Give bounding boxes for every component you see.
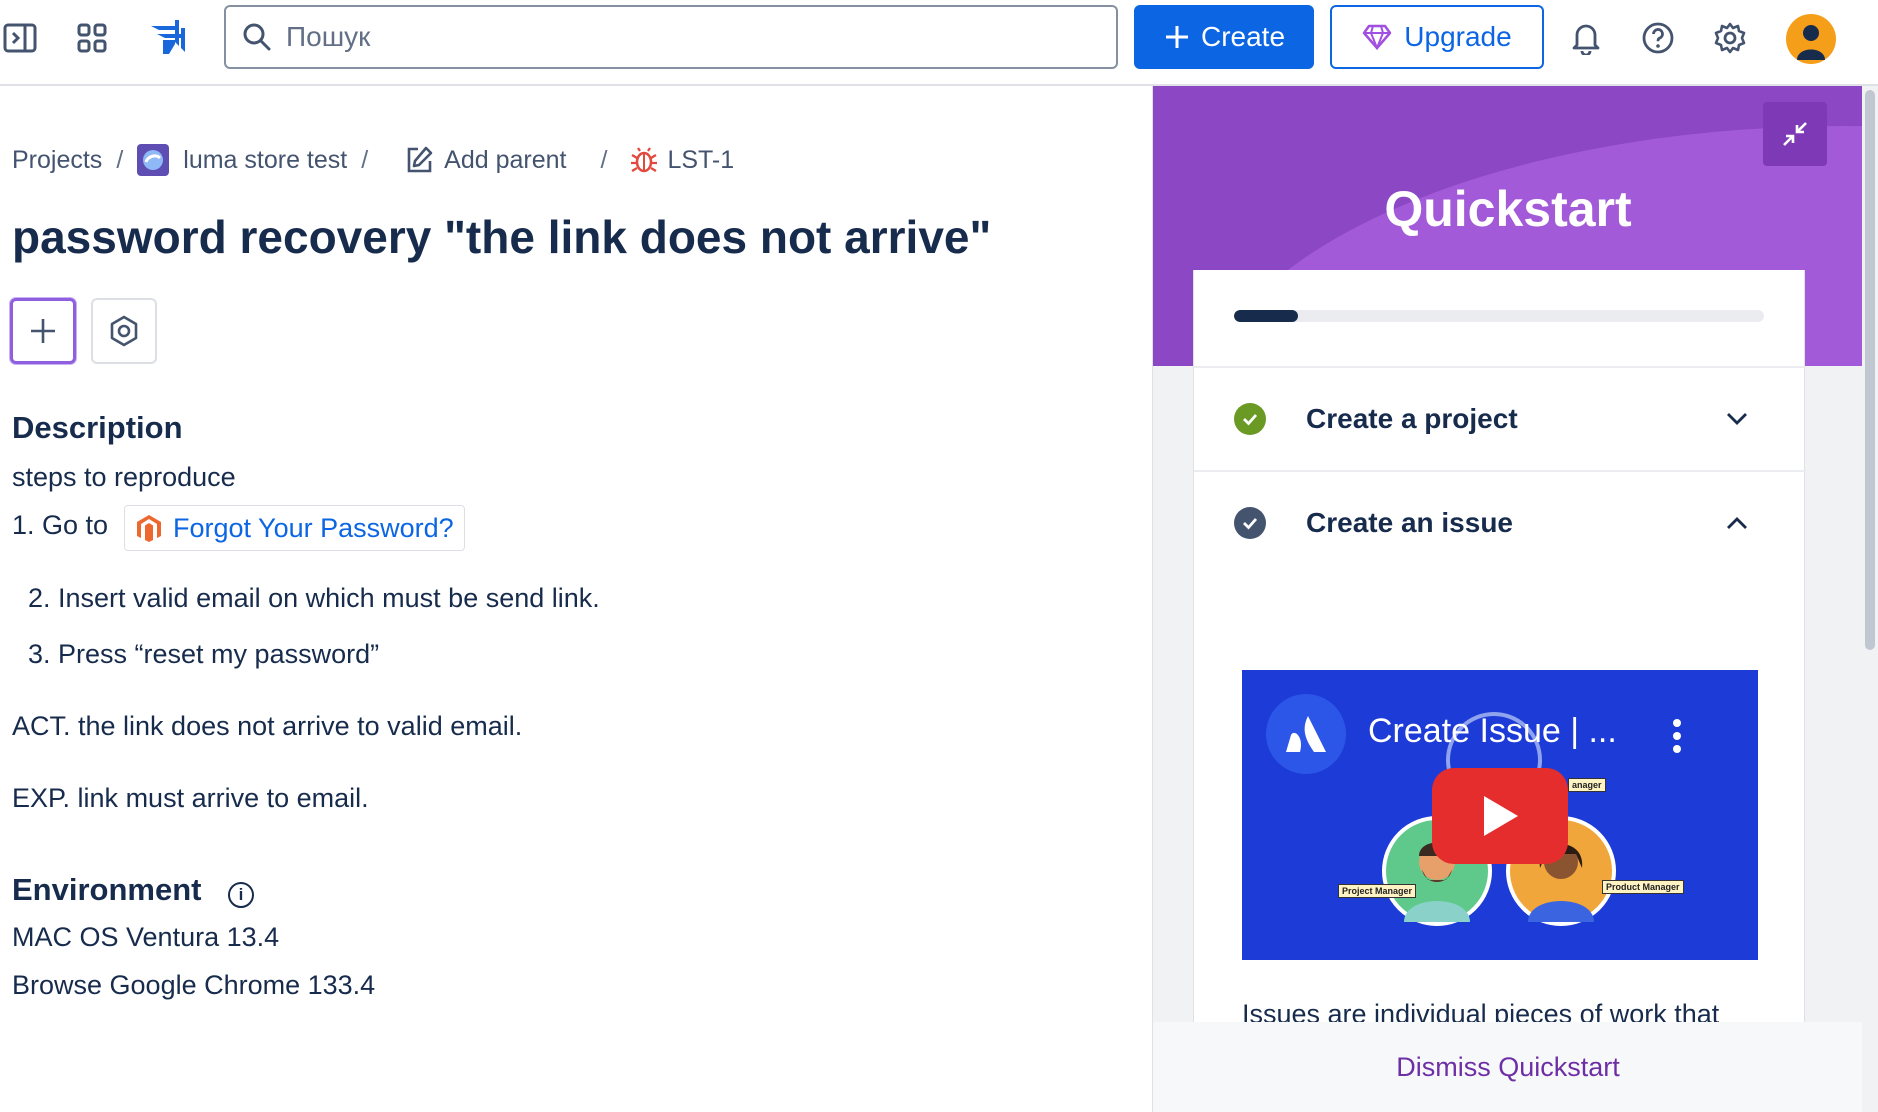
search-icon: [243, 23, 271, 51]
checklist-item-create-project[interactable]: Create a project: [1194, 366, 1806, 470]
quickstart-panel: Quickstart Create a project Create an is…: [1152, 86, 1862, 1112]
more-options-icon[interactable]: [1672, 718, 1682, 759]
breadcrumb-separator: /: [361, 145, 369, 174]
video-tag-top: anager: [1568, 778, 1606, 792]
environment-os: MAC OS Ventura 13.4: [12, 922, 280, 952]
play-button-icon[interactable]: [1432, 768, 1568, 864]
upgrade-label: Upgrade: [1404, 21, 1512, 52]
breadcrumb-separator: /: [600, 145, 608, 174]
chevron-up-icon[interactable]: [1722, 508, 1752, 538]
progress-fill: [1234, 310, 1298, 322]
create-label: Create: [1200, 21, 1286, 52]
video-title: Create Issue | ...: [1368, 712, 1617, 750]
checklist-item-label: Create a project: [1306, 403, 1518, 434]
search-box[interactable]: [224, 5, 1118, 69]
create-button[interactable]: Create: [1134, 5, 1314, 69]
dismiss-quickstart-button[interactable]: Dismiss Quickstart: [1153, 1022, 1862, 1112]
add-button[interactable]: [10, 298, 76, 364]
page-scrollbar[interactable]: [1862, 86, 1878, 1112]
environment-heading: Environment: [12, 872, 202, 907]
help-icon[interactable]: [1638, 18, 1678, 58]
notifications-bell-icon[interactable]: [1566, 18, 1606, 58]
upgrade-button[interactable]: Upgrade: [1330, 5, 1544, 69]
description-step2: 2. Insert valid email on which must be s…: [28, 583, 600, 613]
top-navigation: Create Upgrade: [0, 0, 1878, 86]
breadcrumb-separator: /: [116, 145, 124, 174]
bug-icon: [631, 147, 658, 173]
chevron-down-icon[interactable]: [1722, 404, 1752, 434]
gem-icon: [1363, 24, 1392, 50]
project-avatar-icon: [137, 144, 170, 176]
breadcrumb: Projects / luma store test / Add parent …: [12, 144, 734, 176]
hexagon-settings-icon: [110, 315, 138, 347]
checklist-item-label: Create an issue: [1306, 507, 1513, 538]
minimize-button[interactable]: [1763, 102, 1827, 166]
quickstart-card: Create a project Create an issue Project…: [1193, 270, 1806, 1112]
breadcrumb-project-link[interactable]: luma store test: [183, 146, 347, 175]
atlassian-logo-icon: [1266, 694, 1346, 774]
description-expected: EXP. link must arrive to email.: [12, 783, 369, 813]
dismiss-quickstart-label: Dismiss Quickstart: [1396, 1051, 1620, 1082]
forgot-password-smart-link[interactable]: Forgot Your Password?: [124, 505, 465, 551]
add-parent-button[interactable]: Add parent: [404, 145, 567, 175]
issue-key-link[interactable]: LST-1: [629, 145, 734, 175]
sidebar-toggle-icon[interactable]: [0, 18, 40, 58]
issue-key: LST-1: [667, 145, 735, 174]
quickstart-title: Quickstart: [1384, 181, 1632, 237]
description-step3: 3. Press “reset my password”: [28, 639, 380, 669]
settings-gear-icon[interactable]: [1710, 18, 1750, 58]
tutorial-video[interactable]: Project Manager Product Manager anager C…: [1242, 670, 1758, 960]
issue-view: Projects / luma store test / Add parent …: [0, 86, 1152, 1112]
plus-icon: [1165, 26, 1188, 48]
plus-icon: [31, 319, 55, 343]
add-parent-label: Add parent: [444, 145, 567, 174]
description-heading: Description: [12, 410, 183, 445]
edit-icon: [407, 146, 433, 173]
description-step1-prefix: 1. Go to: [12, 510, 109, 540]
search-input[interactable]: [286, 21, 1066, 53]
jira-logo-icon[interactable]: [142, 18, 192, 58]
info-icon[interactable]: i: [228, 882, 254, 908]
collapse-arrows-icon: [1783, 122, 1807, 146]
app-switcher-icon[interactable]: [72, 18, 112, 58]
description-actual: ACT. the link does not arrive to valid e…: [12, 711, 523, 741]
scrollbar-thumb[interactable]: [1865, 90, 1875, 650]
forgot-password-link-text: Forgot Your Password?: [173, 512, 454, 543]
environment-browser: Browse Google Chrome 133.4: [12, 970, 376, 1000]
user-avatar[interactable]: [1786, 14, 1836, 64]
checklist-item-create-issue[interactable]: Create an issue: [1194, 470, 1806, 574]
breadcrumb-projects-link[interactable]: Projects: [12, 146, 102, 175]
apps-button[interactable]: [91, 298, 157, 364]
magento-logo-icon: [137, 515, 161, 542]
video-tag-right: Product Manager: [1602, 880, 1684, 894]
description-line: steps to reproduce: [12, 462, 236, 492]
issue-title[interactable]: password recovery "the link does not arr…: [12, 210, 991, 264]
video-tag-left: Project Manager: [1338, 884, 1417, 898]
check-done-icon: [1234, 507, 1266, 539]
check-done-icon: [1234, 403, 1266, 435]
quickstart-progress-bar: [1234, 310, 1764, 322]
